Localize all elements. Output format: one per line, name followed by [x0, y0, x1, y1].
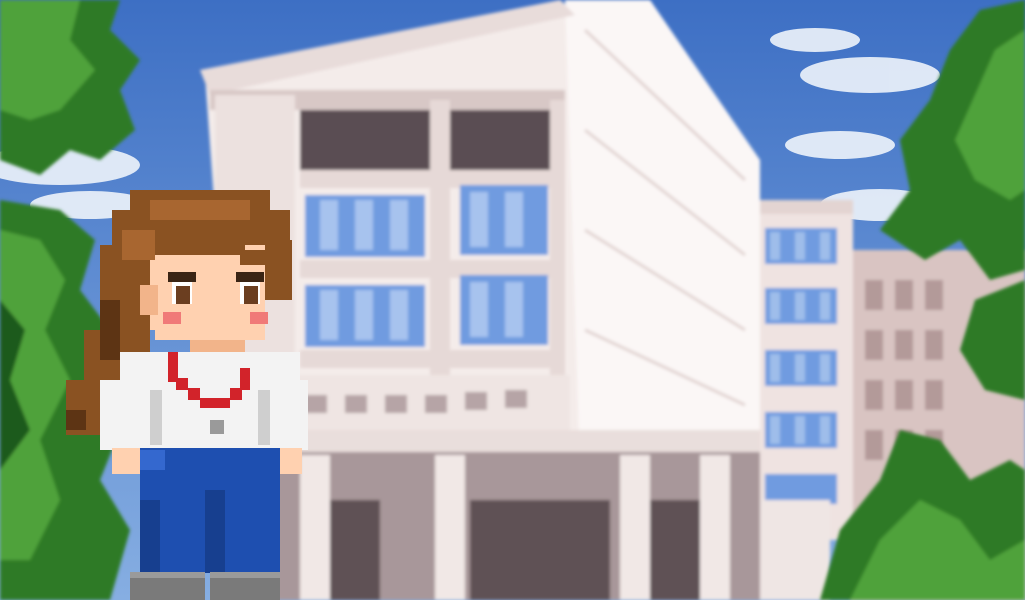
scene-canvas — [0, 0, 1025, 600]
game-scene — [0, 0, 1025, 600]
